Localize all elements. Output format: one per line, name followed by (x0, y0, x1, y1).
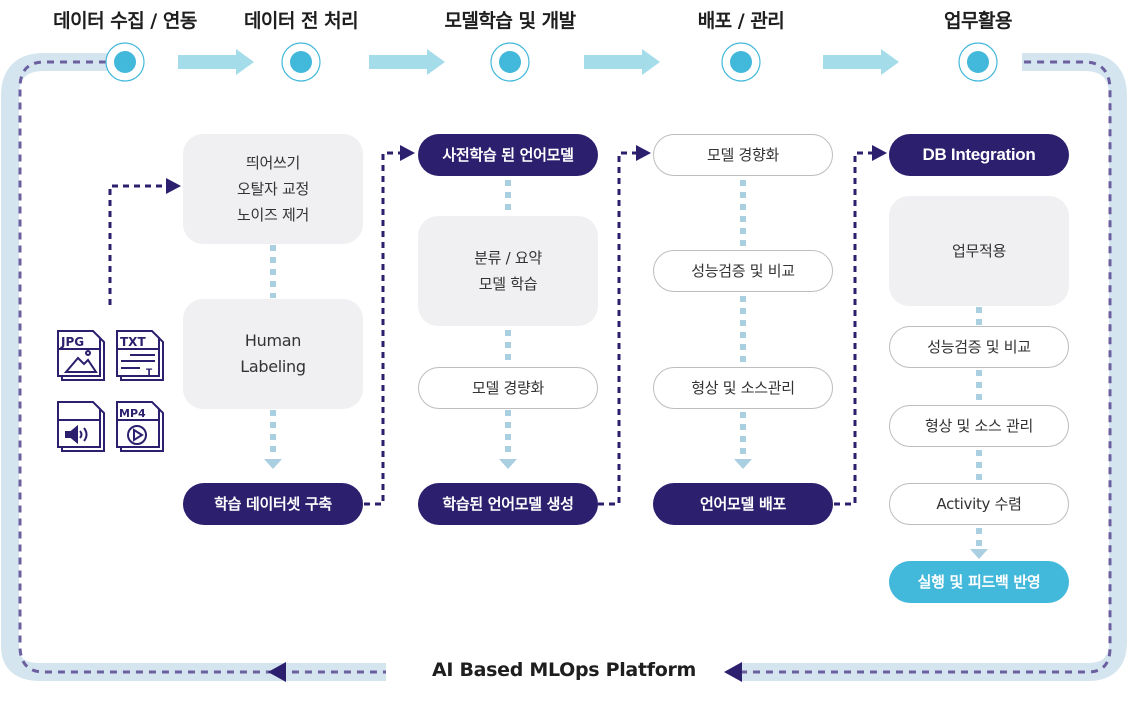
node-label: 오탈자 교정 (237, 180, 309, 198)
node-usage-config-source-management[interactable]: 형상 및 소스 관리 (889, 405, 1069, 447)
connector-preprocess-to-training (364, 151, 400, 506)
node-db-integration[interactable]: DB Integration (889, 134, 1069, 176)
stage-title-usage: 업무활용 (944, 10, 1012, 32)
node-build-training-dataset[interactable]: 학습 데이터셋 구축 (183, 483, 363, 525)
node-performance-validation[interactable]: 성능검증 및 비교 (653, 250, 833, 292)
down-arrow-icon (970, 549, 988, 559)
node-pretrained-language-model[interactable]: 사전학습 된 언어모델 (418, 134, 598, 176)
node-label: 띄어쓰기 (245, 154, 300, 172)
node-classification-summary-training[interactable]: 분류 / 요약 모델 학습 (418, 216, 598, 326)
stage-marker-3 (490, 42, 530, 82)
arrowhead-icon (636, 145, 651, 161)
arrowhead-icon (400, 145, 415, 161)
node-text-cleaning[interactable]: 띄어쓰기 오탈자 교정 노이즈 제거 (183, 134, 363, 244)
node-trained-model-created[interactable]: 학습된 언어모델 생성 (418, 483, 598, 525)
stage-title-deploy: 배포 / 관리 (697, 10, 785, 32)
node-usage-performance-validation[interactable]: 성능검증 및 비교 (889, 326, 1069, 368)
svg-text:TXT: TXT (120, 335, 146, 349)
stage-arrow-icon (369, 49, 445, 75)
platform-label: AI Based MLOps Platform (417, 659, 711, 681)
svg-text:JPG: JPG (60, 335, 84, 349)
stage-marker-2 (281, 42, 321, 82)
arrowhead-icon (166, 178, 181, 194)
down-arrow-icon (499, 459, 517, 469)
node-label: Labeling (240, 357, 306, 376)
stage-marker-5 (958, 42, 998, 82)
node-business-application[interactable]: 업무적용 (889, 196, 1069, 306)
image-file-icon: JPG (57, 330, 105, 381)
stage-title-preprocessing: 데이터 전 처리 (243, 10, 359, 32)
svg-text:T: T (146, 368, 153, 378)
stage-marker-1 (105, 42, 145, 82)
node-label: 분류 / 요약 (474, 249, 542, 267)
stage-title-collection: 데이터 수집 / 연동 (53, 10, 197, 32)
node-config-source-management[interactable]: 형상 및 소스관리 (653, 367, 833, 409)
video-file-icon: MP4 (116, 401, 164, 452)
stage-arrow-icon (584, 49, 660, 75)
loop-arrow-right-icon (724, 662, 742, 682)
arrowhead-icon (872, 145, 887, 161)
stage-arrow-icon (823, 49, 899, 75)
node-model-deployment[interactable]: 언어모델 배포 (653, 483, 833, 525)
connector-sources-to-preprocess (108, 184, 166, 305)
svg-text:MP4: MP4 (119, 407, 146, 420)
connector-training-to-deploy (598, 151, 636, 506)
connector-deploy-to-usage (834, 151, 872, 506)
node-label: 노이즈 제거 (237, 206, 309, 224)
node-activity-collection[interactable]: Activity 수렴 (889, 483, 1069, 525)
stage-arrow-icon (178, 49, 254, 75)
node-label: 모델 학습 (478, 275, 538, 293)
node-model-tendency[interactable]: 모델 경향화 (653, 134, 833, 176)
stage-marker-4 (721, 42, 761, 82)
down-arrow-icon (734, 459, 752, 469)
node-model-lightweight[interactable]: 모델 경량화 (418, 367, 598, 409)
text-file-icon: TXT T (116, 330, 164, 381)
node-human-labeling[interactable]: Human Labeling (183, 299, 363, 409)
stage-title-training: 모델학습 및 개발 (444, 10, 576, 32)
node-execution-feedback[interactable]: 실행 및 피드백 반영 (889, 561, 1069, 603)
node-label: Human (244, 331, 302, 350)
down-arrow-icon (264, 459, 282, 469)
audio-file-icon (57, 401, 105, 452)
